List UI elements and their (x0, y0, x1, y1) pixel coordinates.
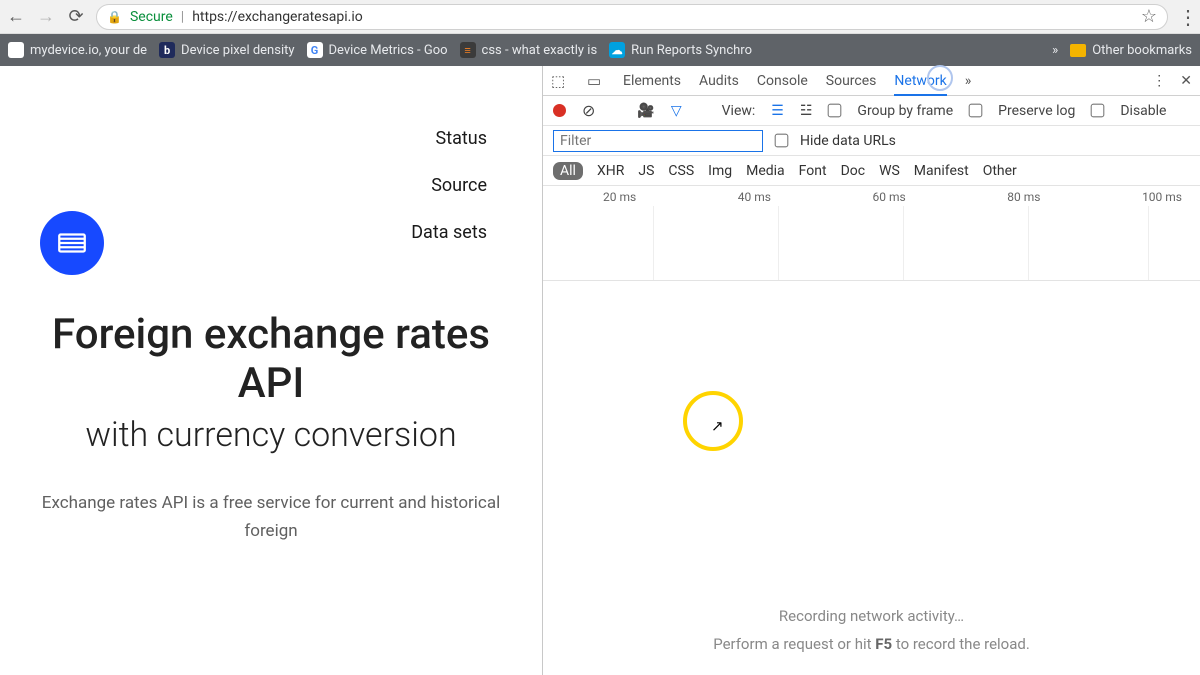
preserve-log-label: Preserve log (998, 103, 1075, 119)
preserve-log-checkbox[interactable] (969, 104, 983, 118)
rt-css[interactable]: CSS (668, 163, 694, 179)
network-empty-state: Recording network activity… Perform a re… (543, 281, 1200, 675)
hero: Foreign exchange rates API with currency… (0, 311, 542, 544)
lock-icon: 🔒 (107, 10, 122, 24)
view-label: View: (722, 103, 756, 119)
star-icon[interactable]: ☆ (1141, 6, 1157, 27)
addr-divider: | (181, 9, 184, 25)
group-by-frame-checkbox[interactable] (828, 104, 842, 118)
bookmark-item[interactable]: ☁ Run Reports Synchro (609, 42, 752, 58)
devtools-close-icon[interactable]: ✕ (1180, 73, 1192, 89)
back-button[interactable]: ← (6, 6, 26, 27)
hero-subtitle: with currency conversion (40, 414, 502, 457)
record-button[interactable] (553, 104, 566, 117)
nav-status[interactable]: Status (0, 116, 487, 163)
favicon-icon (8, 42, 24, 58)
tick-label: 100 ms (1142, 190, 1182, 204)
bookmarks-bar: mydevice.io, your de b Device pixel dens… (0, 34, 1200, 66)
rates-icon (55, 226, 89, 260)
rt-doc[interactable]: Doc (841, 163, 866, 179)
tab-audits[interactable]: Audits (699, 68, 739, 94)
network-timeline[interactable]: 20 ms 40 ms 60 ms 80 ms 100 ms (543, 186, 1200, 281)
filter-input[interactable] (553, 130, 763, 152)
nav-source[interactable]: Source (0, 163, 487, 210)
other-bookmarks-label: Other bookmarks (1092, 43, 1192, 58)
bookmark-label: Device pixel density (181, 43, 294, 58)
devtools-tabs: ⬚ ▭ Elements Audits Console Sources Netw… (543, 66, 1200, 96)
tick-label: 40 ms (738, 190, 771, 204)
page-content: Status Source Data sets Foreign exchange… (0, 66, 542, 675)
address-bar[interactable]: 🔒 Secure | https://exchangeratesapi.io ☆ (96, 4, 1168, 30)
devtools-menu-icon[interactable]: ⋮ (1152, 73, 1166, 89)
bookmark-label: Run Reports Synchro (631, 43, 752, 58)
rt-ws[interactable]: WS (879, 163, 900, 179)
cursor-highlight-icon (683, 391, 743, 451)
screenshot-icon[interactable]: 🎥 (637, 103, 654, 119)
other-bookmarks[interactable]: Other bookmarks (1070, 43, 1192, 58)
hide-data-urls-label: Hide data URLs (800, 133, 896, 149)
tab-network[interactable]: Network (894, 68, 946, 96)
secure-label: Secure (130, 9, 173, 25)
clear-icon[interactable]: ⊘ (582, 101, 595, 120)
resource-type-bar: All XHR JS CSS Img Media Font Doc WS Man… (543, 156, 1200, 186)
rt-media[interactable]: Media (746, 163, 785, 179)
site-logo[interactable] (40, 211, 104, 275)
url-text: https://exchangeratesapi.io (192, 9, 363, 25)
browser-menu-icon[interactable]: ⋮ (1178, 5, 1194, 29)
rt-js[interactable]: JS (638, 163, 654, 179)
folder-icon (1070, 44, 1086, 57)
favicon-icon: ☁ (609, 42, 625, 58)
tick-label: 80 ms (1007, 190, 1040, 204)
forward-button[interactable]: → (36, 6, 56, 27)
tab-elements[interactable]: Elements (623, 68, 681, 94)
tick-label: 20 ms (603, 190, 636, 204)
disable-label: Disable (1120, 103, 1166, 119)
reload-button[interactable]: ⟳ (66, 6, 86, 27)
disable-cache-checkbox[interactable] (1091, 104, 1105, 118)
bookmark-item[interactable]: ≡ css - what exactly is (460, 42, 598, 58)
devtools-panel: ⬚ ▭ Elements Audits Console Sources Netw… (542, 66, 1200, 675)
empty-line2: Perform a request or hit F5 to record th… (713, 635, 1030, 653)
view-list-icon[interactable]: ☰ (771, 103, 784, 119)
tab-console[interactable]: Console (757, 68, 808, 94)
rt-img[interactable]: Img (708, 163, 732, 179)
inspect-icon[interactable]: ⬚ (551, 72, 569, 90)
favicon-icon: G (307, 42, 323, 58)
rt-other[interactable]: Other (983, 163, 1017, 179)
tab-sources[interactable]: Sources (826, 68, 877, 94)
bookmarks-overflow-icon[interactable]: » (1052, 43, 1058, 58)
tick-label: 60 ms (873, 190, 906, 204)
empty-line1: Recording network activity… (779, 607, 964, 625)
rt-xhr[interactable]: XHR (597, 163, 624, 179)
bookmark-item[interactable]: b Device pixel density (159, 42, 294, 58)
tabs-overflow-icon[interactable]: » (965, 73, 972, 89)
rt-font[interactable]: Font (799, 163, 827, 179)
rt-all[interactable]: All (553, 162, 583, 180)
hero-description: Exchange rates API is a free service for… (40, 490, 502, 544)
rt-manifest[interactable]: Manifest (914, 163, 969, 179)
filter-toggle-icon[interactable]: ▽ (671, 103, 682, 119)
bookmark-label: Device Metrics - Goo (329, 43, 448, 58)
network-filter-bar: Hide data URLs (543, 126, 1200, 156)
bookmark-label: css - what exactly is (482, 43, 598, 58)
bookmark-label: mydevice.io, your de (30, 43, 147, 58)
browser-nav-bar: ← → ⟳ 🔒 Secure | https://exchangeratesap… (0, 0, 1200, 34)
view-large-icon[interactable]: ☳ (800, 103, 813, 119)
bookmark-item[interactable]: mydevice.io, your de (8, 42, 147, 58)
favicon-icon: b (159, 42, 175, 58)
hide-data-urls-checkbox[interactable] (775, 134, 789, 148)
network-toolbar: ⊘ 🎥 ▽ View: ☰ ☳ Group by frame Preserve … (543, 96, 1200, 126)
bookmark-item[interactable]: G Device Metrics - Goo (307, 42, 448, 58)
hero-title: Foreign exchange rates API (40, 311, 502, 408)
device-toggle-icon[interactable]: ▭ (587, 72, 605, 90)
favicon-icon: ≡ (460, 42, 476, 58)
group-by-frame-label: Group by frame (857, 103, 953, 119)
